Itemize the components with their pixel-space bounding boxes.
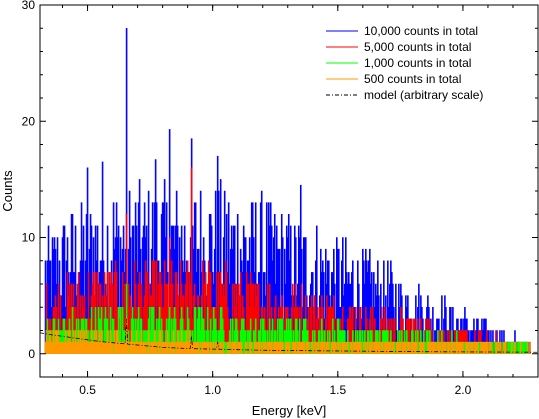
- legend-label: 1,000 counts in total: [364, 56, 471, 70]
- spectrum-chart: 0.5 1.0 1.5 2.0 0 10 20 30 Energy [keV] Counts …: [0, 0, 539, 419]
- chart-canvas: 0.5 1.0 1.5 2.00102030 Energy [keV] Counts …: [0, 0, 539, 418]
- x-tick-label: 2.0: [455, 383, 472, 397]
- y-tick-label: 30: [22, 0, 36, 12]
- x-tick-label: 0.5: [79, 383, 96, 397]
- y-tick-label: 0: [28, 347, 35, 361]
- x-axis-label: Energy [keV]: [252, 403, 326, 418]
- series-layer: [39, 27, 539, 355]
- x-tick-label: 1.0: [204, 383, 221, 397]
- y-tick-label: 10: [22, 231, 36, 245]
- y-tick-label: 20: [22, 114, 36, 128]
- legend-label: 5,000 counts in total: [364, 40, 471, 54]
- legend-label: 500 counts in total: [364, 72, 461, 86]
- y-axis-label: Counts: [0, 170, 15, 212]
- legend-label: 10,000 counts in total: [364, 24, 478, 38]
- legend-label: model (arbitrary scale): [364, 88, 483, 102]
- x-tick-label: 1.5: [329, 383, 346, 397]
- legend: 10,000 counts in total 5,000 counts in to…: [326, 24, 483, 102]
